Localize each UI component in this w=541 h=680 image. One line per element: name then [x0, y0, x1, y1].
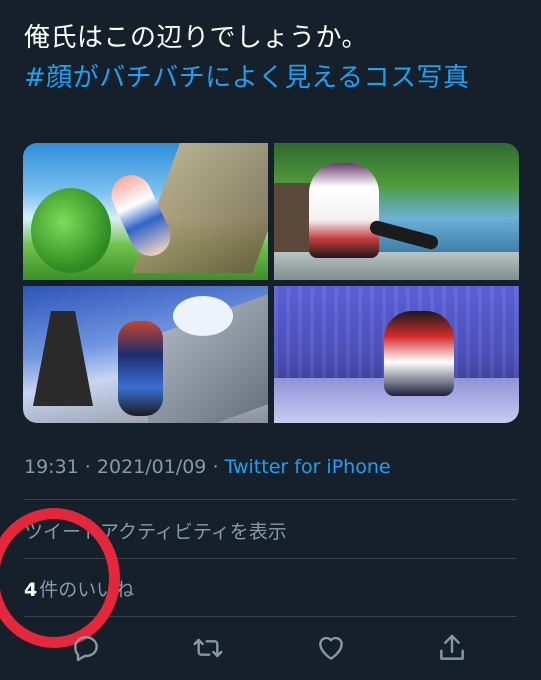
divider	[24, 499, 517, 500]
photo-2[interactable]	[274, 143, 519, 280]
reply-icon[interactable]	[70, 632, 102, 664]
tweet-text: 俺氏はこの辺りでしょうか。 #顔がバチバチによく見えるコス写真	[24, 18, 524, 98]
share-icon[interactable]	[436, 632, 468, 664]
media-grid	[23, 143, 519, 423]
hashtag-link[interactable]: #顔がバチバチによく見えるコス写真	[24, 58, 524, 98]
tweet-text-line: 俺氏はこの辺りでしょうか。	[24, 23, 368, 53]
tweet-time: 19:31	[24, 456, 79, 478]
retweet-icon[interactable]	[192, 632, 224, 664]
tweet-source-link[interactable]: Twitter for iPhone	[225, 456, 391, 478]
photo-1[interactable]	[23, 143, 268, 280]
tweet-date: 2021/01/09	[96, 456, 207, 478]
meta-separator: ·	[78, 456, 97, 478]
tweet-meta: 19:31 · 2021/01/09 · Twitter for iPhone	[24, 456, 391, 478]
meta-separator: ·	[206, 456, 225, 478]
heart-icon[interactable]	[315, 632, 347, 664]
photo-3[interactable]	[23, 286, 268, 423]
annotation-circle	[0, 508, 120, 648]
photo-4[interactable]	[274, 286, 519, 423]
action-bar	[0, 628, 541, 668]
